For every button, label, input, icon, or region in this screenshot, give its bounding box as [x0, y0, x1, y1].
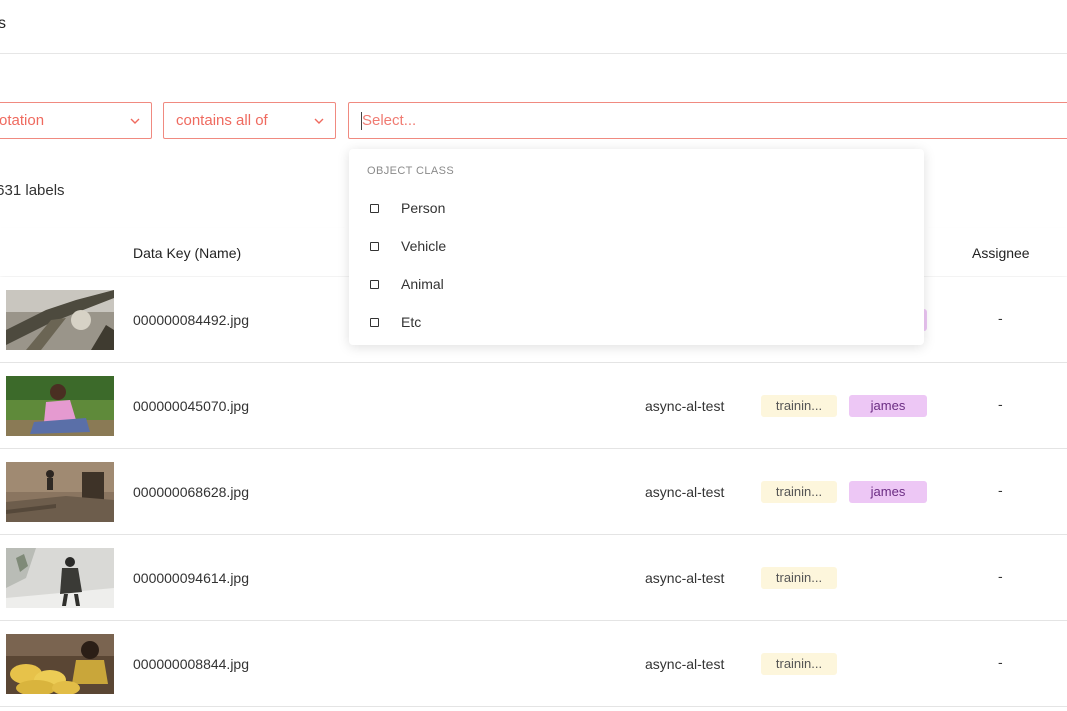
- tag-badge: trainin...: [761, 567, 837, 589]
- table-row[interactable]: 000000068628.jpg async-al-test trainin..…: [0, 449, 1067, 535]
- project-name: async-al-test: [645, 570, 725, 586]
- data-key[interactable]: 000000084492.jpg: [133, 312, 249, 328]
- column-header-data-key[interactable]: Data Key (Name): [133, 245, 241, 261]
- dropdown-option-animal[interactable]: Animal: [349, 267, 924, 301]
- checkbox-icon[interactable]: [370, 280, 379, 289]
- filter-operator-value: contains all of: [176, 112, 268, 129]
- column-header-assignee[interactable]: Assignee: [972, 245, 1030, 261]
- filter-value-input[interactable]: Select...: [348, 102, 1067, 139]
- project-name: async-al-test: [645, 656, 725, 672]
- table-row[interactable]: 000000008844.jpg async-al-test trainin..…: [0, 621, 1067, 707]
- image-thumbnail[interactable]: [6, 548, 114, 608]
- assignee-value: -: [998, 568, 1003, 584]
- dropdown-option-person[interactable]: Person: [349, 191, 924, 225]
- top-bar: s: [0, 0, 1067, 54]
- chevron-down-icon: [314, 118, 324, 124]
- dropdown-option-etc[interactable]: Etc: [349, 305, 924, 339]
- filter-operator-select[interactable]: contains all of: [163, 102, 336, 139]
- project-name: async-al-test: [645, 398, 725, 414]
- data-key[interactable]: 000000094614.jpg: [133, 570, 249, 586]
- checkbox-icon[interactable]: [370, 242, 379, 251]
- image-thumbnail[interactable]: [6, 290, 114, 350]
- assignee-value: -: [998, 482, 1003, 498]
- user-badge: james: [849, 395, 927, 417]
- data-key[interactable]: 000000045070.jpg: [133, 398, 249, 414]
- filter-value-placeholder: Select...: [362, 112, 417, 129]
- assignee-value: -: [998, 310, 1003, 326]
- data-key[interactable]: 000000068628.jpg: [133, 484, 249, 500]
- assignee-value: -: [998, 396, 1003, 412]
- option-label: Vehicle: [401, 238, 447, 254]
- option-label: Animal: [401, 276, 444, 292]
- object-class-dropdown: OBJECT CLASS Person Vehicle Animal Etc: [349, 149, 924, 345]
- tag-badge: trainin...: [761, 653, 837, 675]
- filter-field-select[interactable]: otation: [0, 102, 152, 139]
- checkbox-icon[interactable]: [370, 204, 379, 213]
- data-key[interactable]: 000000008844.jpg: [133, 656, 249, 672]
- label-count: ,631 labels: [0, 182, 65, 199]
- tag-badge: trainin...: [761, 395, 837, 417]
- option-label: Etc: [401, 314, 422, 330]
- table-row[interactable]: 000000094614.jpg async-al-test trainin..…: [0, 535, 1067, 621]
- user-badge: james: [849, 481, 927, 503]
- image-thumbnail[interactable]: [6, 376, 114, 436]
- filter-field-value: otation: [0, 112, 45, 129]
- image-thumbnail[interactable]: [6, 462, 114, 522]
- table-row[interactable]: 000000045070.jpg async-al-test trainin..…: [0, 363, 1067, 449]
- project-name: async-al-test: [645, 484, 725, 500]
- image-thumbnail[interactable]: [6, 634, 114, 694]
- dropdown-option-vehicle[interactable]: Vehicle: [349, 229, 924, 263]
- checkbox-icon[interactable]: [370, 318, 379, 327]
- dropdown-section-label: OBJECT CLASS: [367, 165, 455, 177]
- tag-badge: trainin...: [761, 481, 837, 503]
- chevron-down-icon: [130, 118, 140, 124]
- assignee-value: -: [998, 654, 1003, 670]
- page-title: s: [0, 15, 6, 32]
- option-label: Person: [401, 200, 446, 216]
